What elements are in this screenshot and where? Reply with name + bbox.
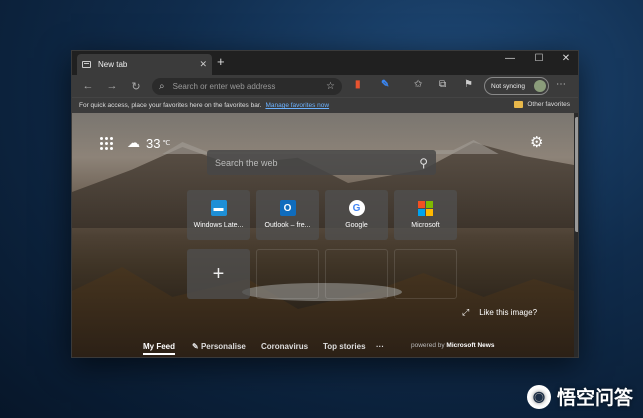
- tab-page-icon: [82, 61, 91, 68]
- weather-widget[interactable]: ☁ 33 ℃: [100, 135, 170, 151]
- scrollbar[interactable]: [574, 113, 578, 357]
- tile-label: Windows Late...: [193, 222, 244, 229]
- quick-link-outlook[interactable]: O Outlook – fre...: [256, 190, 319, 240]
- office-extension-icon[interactable]: ▮: [355, 79, 361, 90]
- empty-tile-slot: [394, 249, 457, 299]
- profile-sync-button[interactable]: Not syncing: [484, 77, 549, 95]
- apps-grid-icon[interactable]: [100, 136, 113, 150]
- back-icon[interactable]: ←: [76, 80, 100, 92]
- settings-more-button[interactable]: ⋯: [556, 79, 566, 90]
- tab-title: New tab: [98, 60, 128, 69]
- sync-label: Not syncing: [491, 82, 525, 90]
- folder-icon: [514, 101, 524, 108]
- powered-brand: Microsoft News: [446, 342, 495, 349]
- maximize-button[interactable]: ☐: [529, 53, 549, 64]
- outlook-icon: O: [279, 200, 296, 216]
- watermark-logo-icon: ◉: [526, 384, 551, 409]
- watermark: ◉ 悟空问答: [526, 383, 633, 410]
- like-image-button[interactable]: ⤢ Like this image?: [462, 307, 537, 318]
- like-image-label: Like this image?: [479, 308, 538, 317]
- temperature: 33: [146, 135, 161, 151]
- tab-coronavirus[interactable]: Coronavirus: [261, 342, 308, 351]
- search-icon: ⌕: [159, 81, 165, 92]
- favorite-star-icon[interactable]: ☆: [326, 81, 335, 92]
- share-icon[interactable]: ⚑: [464, 79, 473, 90]
- tile-label: Google: [345, 222, 368, 229]
- forward-icon[interactable]: →: [100, 80, 124, 92]
- favorites-message: For quick access, place your favorites h…: [79, 102, 262, 109]
- empty-tile-slot: [325, 249, 388, 299]
- settings-gear-icon[interactable]: ⚙: [530, 133, 543, 151]
- search-placeholder: Search the web: [215, 157, 278, 168]
- close-window-button[interactable]: ✕: [556, 53, 576, 64]
- scrollbar-thumb[interactable]: [575, 117, 578, 232]
- favorites-icon[interactable]: ✩: [414, 79, 422, 90]
- quick-link-windows-latest[interactable]: ▬ Windows Late...: [187, 190, 250, 240]
- minimize-button[interactable]: —: [500, 53, 520, 64]
- feed-more-button[interactable]: ···: [376, 342, 384, 351]
- manage-favorites-link[interactable]: Manage favorites now: [265, 102, 329, 109]
- browser-window: New tab ✕ + — ☐ ✕ ← → ↻ ⌕ Search or ente…: [71, 50, 579, 358]
- new-tab-page: ☁ 33 ℃ ⚙ Search the web ⚲ ▬ Windows Late…: [72, 113, 574, 357]
- address-placeholder: Search or enter web address: [172, 82, 276, 91]
- web-search-box[interactable]: Search the web ⚲: [207, 150, 436, 175]
- watermark-text: 悟空问答: [556, 388, 633, 409]
- empty-tile-slot: [256, 249, 319, 299]
- address-bar[interactable]: ⌕ Search or enter web address ☆: [152, 78, 342, 95]
- quick-link-microsoft[interactable]: Microsoft: [394, 190, 457, 240]
- google-icon: G: [348, 200, 365, 216]
- tab-close-icon[interactable]: ✕: [199, 59, 207, 70]
- other-favorites-button[interactable]: Other favorites: [514, 101, 570, 108]
- personalise-label: Personalise: [200, 342, 246, 351]
- search-icon[interactable]: ⚲: [419, 156, 428, 170]
- pen-extension-icon[interactable]: ✎: [381, 79, 389, 90]
- tab-personalise[interactable]: ✎ Personalise: [192, 342, 246, 351]
- tile-label: Outlook – fre...: [264, 222, 311, 229]
- favorites-bar: For quick access, place your favorites h…: [72, 97, 578, 113]
- other-favorites-label: Other favorites: [527, 101, 570, 108]
- pencil-icon: ✎: [192, 342, 201, 351]
- quick-link-google[interactable]: G Google: [325, 190, 388, 240]
- news-feed-bar: My Feed ✎ Personalise Coronavirus Top st…: [72, 337, 574, 357]
- microsoft-icon: [418, 200, 434, 216]
- tab-new-tab[interactable]: New tab ✕: [77, 54, 212, 75]
- add-quick-link-button[interactable]: +: [187, 249, 250, 299]
- windows-latest-icon: ▬: [210, 200, 227, 216]
- browser-toolbar: ← → ↻ ⌕ Search or enter web address ☆ ▮ …: [72, 75, 578, 97]
- weather-cloud-icon: ☁: [127, 135, 140, 150]
- temperature-unit: ℃: [162, 140, 171, 147]
- new-tab-button[interactable]: +: [217, 55, 225, 69]
- tile-label: Microsoft: [411, 222, 440, 229]
- powered-by: powered by Microsoft News: [411, 342, 494, 349]
- expand-icon: ⤢: [462, 307, 470, 317]
- tab-my-feed[interactable]: My Feed: [143, 342, 176, 355]
- collections-icon[interactable]: ⧉: [439, 79, 446, 90]
- tab-strip: New tab ✕ + — ☐ ✕: [72, 51, 578, 75]
- refresh-icon[interactable]: ↻: [124, 80, 148, 93]
- avatar: [534, 80, 546, 92]
- powered-prefix: powered by: [411, 342, 445, 349]
- tab-top-stories[interactable]: Top stories: [323, 342, 366, 351]
